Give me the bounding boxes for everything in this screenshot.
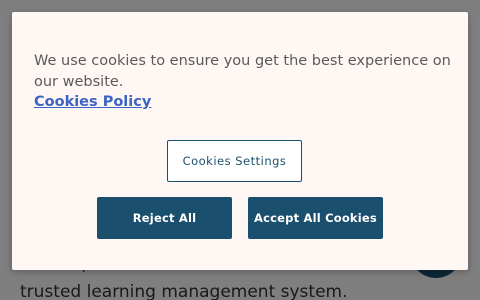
accept-all-cookies-button[interactable]: Accept All Cookies (248, 197, 383, 239)
modal-overlay: We use cookies to ensure you get the bes… (0, 0, 480, 300)
page: Moodle, the world's most customisable an… (0, 0, 480, 300)
cookies-settings-button[interactable]: Cookies Settings (167, 140, 302, 182)
cookie-message: We use cookies to ensure you get the bes… (34, 53, 451, 90)
cookie-consent-dialog: We use cookies to ensure you get the bes… (12, 12, 468, 270)
cookies-policy-link[interactable]: Cookies Policy (34, 94, 151, 110)
reject-all-button[interactable]: Reject All (97, 197, 232, 239)
